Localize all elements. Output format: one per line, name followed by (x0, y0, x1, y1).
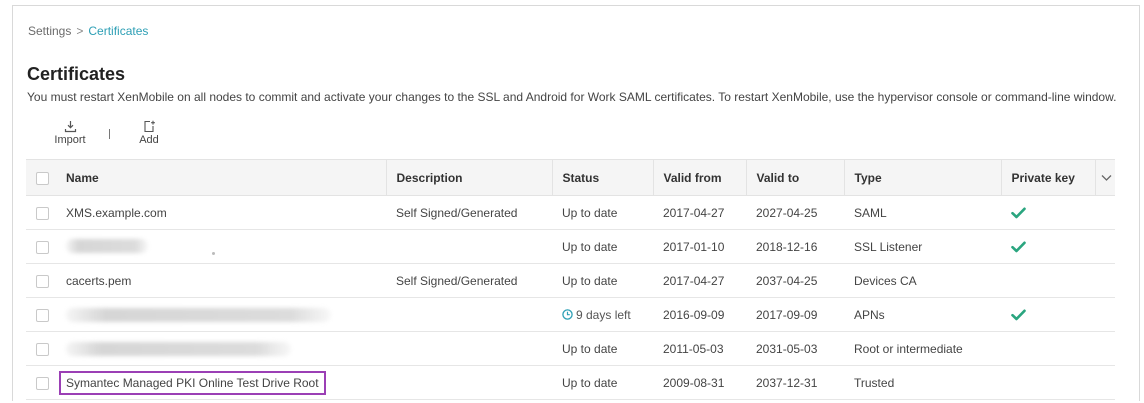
cell-description (386, 298, 552, 332)
cell-private-key (1001, 196, 1095, 230)
cell-type: SSL Listener (854, 239, 923, 254)
cell-private-key (1001, 264, 1095, 298)
page-title: Certificates (27, 64, 126, 84)
breadcrumb-certificates[interactable]: Certificates (88, 24, 148, 38)
column-header-status[interactable]: Status (551, 159, 653, 196)
check-icon (1011, 309, 1026, 321)
table-row[interactable]: XMS.example.com Self Signed/Generated Up… (26, 196, 1115, 230)
cell-valid-to: 2018-12-16 (756, 239, 818, 254)
cell-valid-to: 2037-04-25 (756, 273, 818, 288)
cell-status: Up to date (562, 375, 618, 390)
column-header-type[interactable]: Type (843, 159, 1001, 196)
column-header-valid-from[interactable]: Valid from (652, 159, 746, 196)
cell-valid-from: 2017-01-10 (663, 239, 725, 254)
cell-name-redacted (56, 332, 386, 366)
select-all-checkbox[interactable] (36, 171, 49, 185)
cell-valid-from: 2016-09-09 (663, 307, 725, 322)
table-row[interactable]: Up to date 2011-05-03 2031-05-03 Root or… (26, 332, 1115, 366)
table-row[interactable]: cacerts.pem Self Signed/Generated Up to … (26, 264, 1115, 298)
header-select-cell (26, 159, 56, 196)
cell-status: Up to date (562, 239, 618, 254)
column-header-private-key[interactable]: Private key (1000, 159, 1095, 196)
toolbar-divider (109, 129, 110, 139)
table-row[interactable]: Up to date 2017-01-10 2018-12-16 SSL Lis… (26, 230, 1115, 264)
check-icon (1011, 207, 1026, 219)
row-checkbox[interactable] (36, 206, 49, 220)
cell-type: Devices CA (854, 273, 917, 288)
download-tray-icon (64, 121, 76, 133)
cell-valid-from: 2011-05-03 (663, 341, 724, 356)
chevron-down-icon (1101, 174, 1111, 181)
certificates-table: Name Description Status Valid from Valid… (26, 159, 1115, 400)
table-row[interactable]: Symantec Managed PKI Online Test Drive R… (26, 366, 1115, 400)
import-label: Import (54, 134, 86, 146)
cell-private-key (1001, 298, 1095, 332)
cell-valid-to: 2027-04-25 (756, 205, 818, 220)
cell-valid-from: 2017-04-27 (663, 273, 725, 288)
cell-valid-to: 2037-12-31 (756, 375, 818, 390)
table-header-row: Name Description Status Valid from Valid… (26, 159, 1115, 196)
cell-description (386, 332, 552, 366)
cell-valid-to: 2017-09-09 (756, 307, 818, 322)
cell-description (386, 230, 552, 264)
cell-type: APNs (854, 307, 885, 322)
row-checkbox[interactable] (36, 274, 49, 288)
cell-name: cacerts.pem (66, 273, 132, 288)
breadcrumb-settings[interactable]: Settings (28, 24, 71, 38)
redacted-name (66, 239, 148, 254)
cell-description: Self Signed/Generated (396, 205, 518, 220)
column-menu-cell[interactable] (1094, 159, 1115, 196)
cell-valid-to: 2031-05-03 (756, 341, 818, 356)
status-days-left: 9 days left (576, 307, 631, 322)
cell-status: Up to date (562, 341, 618, 356)
cell-name: XMS.example.com (66, 205, 167, 220)
cell-status: 9 days left (552, 298, 653, 332)
cell-private-key (1001, 230, 1095, 264)
table-row[interactable]: 9 days left 2016-09-09 2017-09-09 APNs (26, 298, 1115, 332)
redacted-name (66, 341, 291, 356)
import-button[interactable]: Import (50, 120, 90, 146)
cell-name: Symantec Managed PKI Online Test Drive R… (56, 366, 386, 400)
cell-valid-from: 2017-04-27 (663, 205, 725, 220)
row-checkbox[interactable] (36, 308, 49, 322)
clock-icon (562, 308, 573, 320)
cell-private-key (1001, 332, 1095, 366)
cell-name-redacted (56, 298, 386, 332)
redacted-name (66, 307, 331, 322)
toolbar: Import Add (50, 120, 169, 152)
add-document-icon (143, 120, 155, 133)
cell-type: Root or intermediate (854, 341, 963, 356)
add-button[interactable]: Add (129, 120, 169, 146)
column-header-valid-to[interactable]: Valid to (745, 159, 844, 196)
add-label: Add (139, 134, 159, 146)
cell-valid-from: 2009-08-31 (663, 375, 725, 390)
column-header-description[interactable]: Description (385, 159, 552, 196)
cell-type: Trusted (854, 375, 895, 390)
check-icon (1011, 241, 1026, 253)
column-header-name[interactable]: Name (56, 159, 386, 196)
cell-description (386, 366, 552, 400)
highlighted-certificate-name: Symantec Managed PKI Online Test Drive R… (59, 370, 326, 395)
restart-notice: You must restart XenMobile on all nodes … (27, 90, 1117, 104)
redacted-dot (212, 251, 215, 255)
cell-status: Up to date (562, 273, 618, 288)
breadcrumb: Settings > Certificates (28, 24, 148, 38)
row-checkbox[interactable] (36, 240, 49, 254)
cell-description: Self Signed/Generated (396, 273, 518, 288)
row-checkbox[interactable] (36, 376, 49, 390)
cell-status: Up to date (562, 205, 618, 220)
cell-type: SAML (854, 205, 887, 220)
cell-private-key (1001, 366, 1095, 400)
breadcrumb-separator: > (76, 24, 84, 38)
row-checkbox[interactable] (36, 342, 49, 356)
cell-name-redacted (56, 230, 386, 264)
